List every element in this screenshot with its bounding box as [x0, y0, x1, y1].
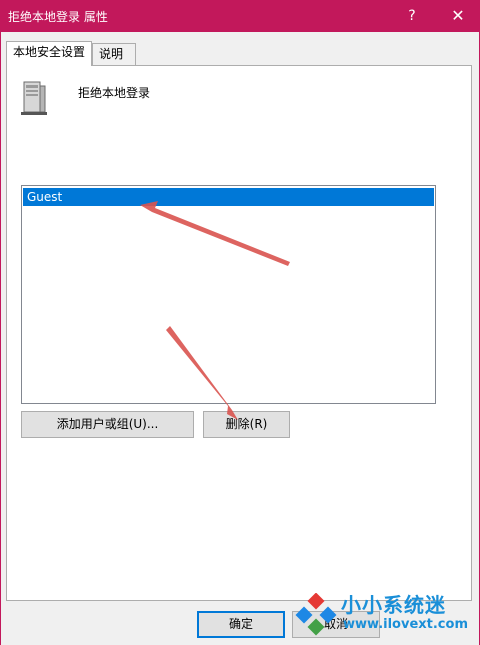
remove-button[interactable]: 删除(R)	[203, 411, 290, 438]
tab-local-security-setting[interactable]: 本地安全设置	[6, 41, 92, 66]
close-button[interactable]: ✕	[438, 0, 478, 32]
watermark-url: www.ilovext.com	[343, 617, 468, 632]
tab-explain[interactable]: 说明	[92, 43, 136, 65]
list-item-guest[interactable]: Guest	[23, 188, 434, 206]
help-button[interactable]: ?	[392, 0, 432, 32]
watermark-logo-icon	[295, 593, 337, 636]
watermark: 小小系统迷 www.ilovext.com	[293, 585, 480, 645]
watermark-title: 小小系统迷	[341, 593, 446, 617]
ok-button[interactable]: 确定	[197, 611, 285, 638]
server-icon	[21, 81, 47, 115]
title-bar: 拒绝本地登录 属性 ? ✕	[0, 0, 480, 32]
policy-name: 拒绝本地登录	[78, 86, 151, 100]
accounts-listbox[interactable]: Guest	[21, 185, 436, 404]
add-user-or-group-button[interactable]: 添加用户或组(U)...	[21, 411, 194, 438]
window-title: 拒绝本地登录 属性	[8, 10, 108, 24]
